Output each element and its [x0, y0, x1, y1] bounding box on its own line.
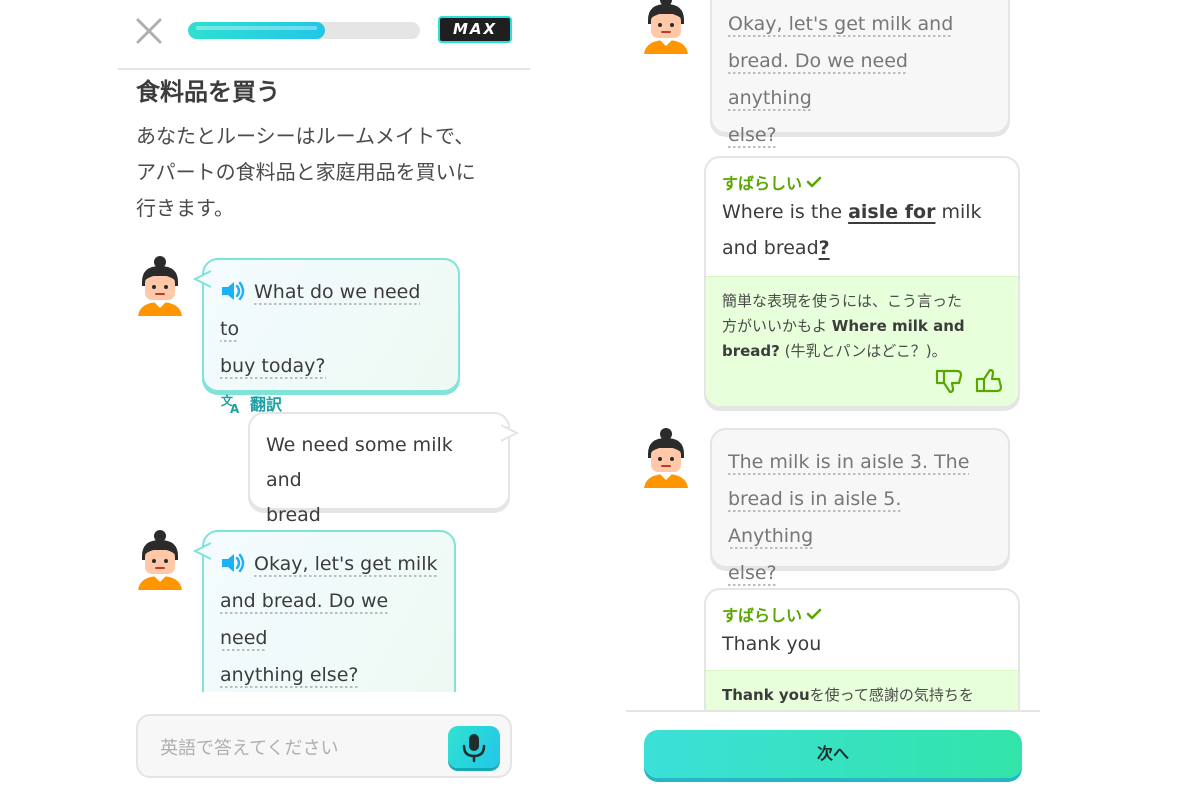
translate-icon: 文 A	[221, 393, 240, 414]
lucy-avatar	[644, 428, 688, 488]
thumbs-up-icon[interactable]	[974, 368, 1004, 394]
speaker-icon[interactable]	[220, 552, 246, 574]
feedback-suggestion: 簡単な表現を使うには、こう言った 方がいいかもよ Where milk and …	[706, 276, 1018, 406]
close-icon[interactable]	[132, 14, 166, 48]
check-icon	[806, 176, 822, 188]
microphone-icon	[462, 734, 486, 763]
check-icon	[806, 608, 822, 620]
max-badge: MAX	[438, 16, 512, 43]
feedback-bubble: すばらしい Where is the aisle for milk and br…	[704, 156, 1020, 408]
speaker-icon[interactable]	[220, 280, 246, 302]
user-sentence: Thank you	[722, 633, 822, 655]
lesson-progress-bar	[188, 22, 420, 39]
lucy-avatar	[138, 256, 182, 316]
bubble-tail	[193, 542, 211, 560]
lucy-avatar	[644, 0, 688, 54]
feedback-label: すばらしい	[722, 170, 1002, 194]
lucy-message-bubble: What do we need to buy today? 文 A 翻訳	[193, 258, 460, 414]
feedback-label: すばらしい	[722, 602, 1002, 626]
lucy-message-bubble: Okay, let's get milk and bread. Do we ne…	[710, 0, 1010, 148]
microphone-button[interactable]	[448, 726, 500, 768]
header-divider	[118, 68, 530, 70]
scenario-description: あなたとルーシーはルームメイトで、 アパートの食料品と家庭用品を買いに 行きます…	[136, 124, 476, 220]
lucy-message-bubble: Okay, let's get milk and bread. Do we ne…	[193, 530, 456, 723]
lucy-avatar	[138, 530, 182, 590]
scenario-title: 食料品を買う	[136, 78, 280, 106]
user-sentence: Where is the aisle for milk	[722, 201, 982, 223]
right-screen: Okay, let's get milk and bread. Do we ne…	[626, 0, 1040, 800]
answer-input[interactable]: 英語で答えてください	[136, 714, 512, 778]
progress-fill	[188, 22, 325, 39]
bubble-tail	[193, 270, 211, 288]
thumbs-down-icon[interactable]	[934, 368, 964, 394]
feedback-bubble: すばらしい Thank you Thank youを使って感謝の気持ちを	[704, 588, 1020, 728]
left-screen: MAX 食料品を買う あなたとルーシーはルームメイトで、 アパートの食料品と家庭…	[118, 0, 530, 800]
next-button[interactable]: 次へ	[644, 730, 1022, 778]
bubble-tail	[501, 424, 519, 442]
svg-text:A: A	[230, 402, 240, 414]
user-message-bubble: We need some milk and bread	[248, 412, 519, 526]
footer-divider	[626, 710, 1040, 712]
lucy-message-bubble: The milk is in aisle 3. The bread is in …	[710, 428, 1010, 586]
